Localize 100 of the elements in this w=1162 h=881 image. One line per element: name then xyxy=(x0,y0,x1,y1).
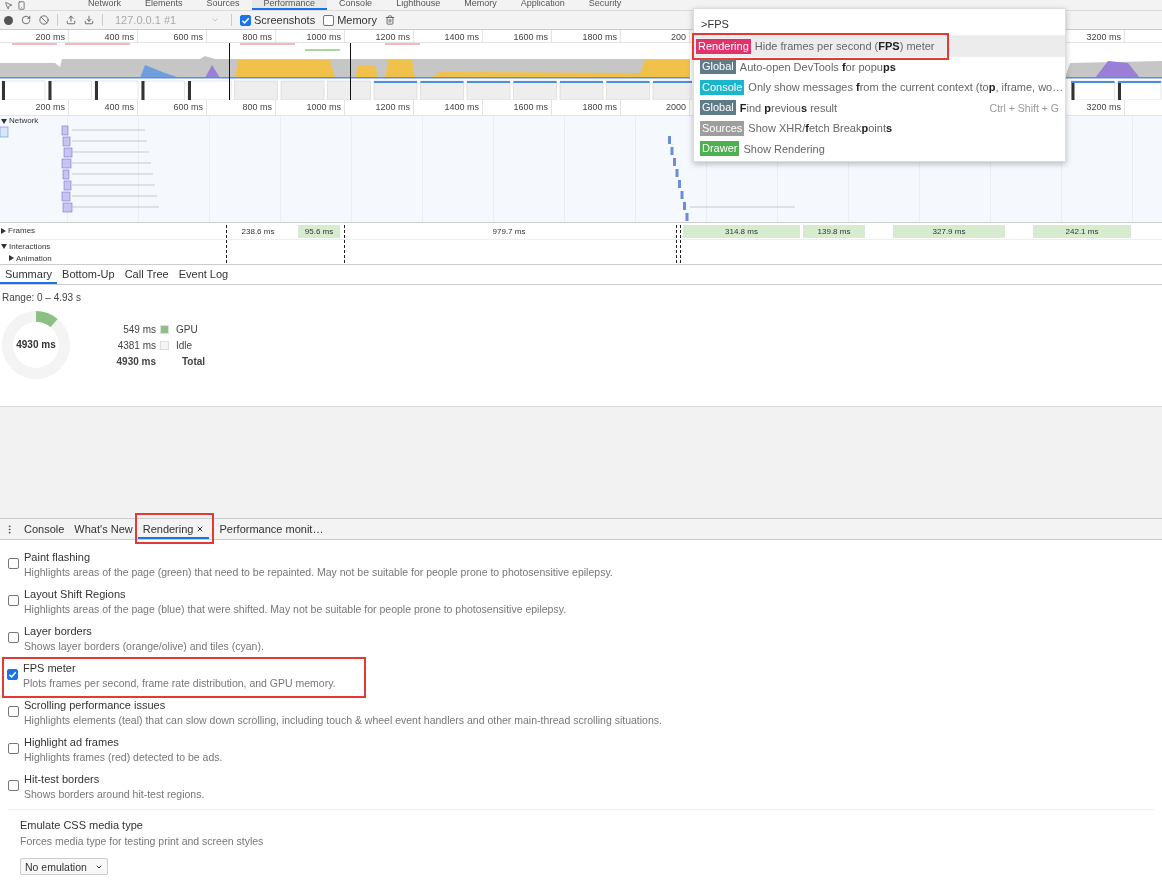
category-badge: Drawer xyxy=(700,141,740,157)
details-tab[interactable]: Event Log xyxy=(173,265,234,284)
record-icon[interactable] xyxy=(4,15,13,25)
drawer-tab[interactable]: What's New xyxy=(69,519,138,539)
panel-tab[interactable]: Elements xyxy=(133,0,195,10)
category-badge: Global xyxy=(700,59,736,75)
track-label: Network xyxy=(9,116,39,126)
setting-description: Highlights elements (teal) that can slow down scrolling, including touch & wheel event handlers and other main-thread scrolling situations. xyxy=(24,713,662,727)
time-tick-label: 1800 ms xyxy=(552,30,621,42)
time-tick-label: 400 ms xyxy=(69,100,138,115)
panel-tab[interactable]: Network xyxy=(76,0,133,10)
upload-icon[interactable] xyxy=(66,15,76,25)
time-tick-label: 800 ms xyxy=(207,30,276,42)
command-item[interactable]: Rendering Hide frames per second (FPS) meter xyxy=(694,36,1065,57)
caret-icon[interactable] xyxy=(1,228,6,234)
checkbox[interactable] xyxy=(7,669,18,680)
setting-description: Shows borders around hit-test regions. xyxy=(24,787,205,801)
legend-value: 549 ms xyxy=(122,323,156,335)
command-item[interactable]: Global Find previous result Ctrl + Shift + G xyxy=(694,97,1065,118)
track-label: Animation xyxy=(16,253,52,263)
setting-title: Scrolling performance issues xyxy=(24,698,167,712)
checkbox[interactable] xyxy=(8,706,19,717)
command-item[interactable]: Console Only show messages from the current context (top, iframe, wo… xyxy=(694,77,1065,98)
caret-icon[interactable] xyxy=(1,243,7,249)
checkbox[interactable] xyxy=(323,14,335,26)
time-tick-label: 1200 ms xyxy=(345,100,414,115)
time-tick-label: 1000 ms xyxy=(276,30,345,42)
details-tab[interactable]: Call Tree xyxy=(119,265,174,284)
details-tab[interactable]: Summary xyxy=(0,265,58,284)
track-label: Interactions xyxy=(9,241,51,251)
legend-label: Idle xyxy=(176,339,194,351)
panel-tab[interactable]: Sources xyxy=(194,0,252,10)
setting-description: Shows layer borders (orange/olive) and tiles (cyan). xyxy=(24,639,264,653)
time-tick-label: 1600 ms xyxy=(483,100,552,115)
time-tick-label: 2000 xyxy=(621,100,690,115)
drawer-tab[interactable]: Rendering xyxy=(137,520,210,539)
time-tick-label: 600 ms xyxy=(138,100,207,115)
checkbox[interactable] xyxy=(8,632,19,643)
panel-tab[interactable]: Security xyxy=(576,0,634,10)
time-tick-label: 1200 ms xyxy=(345,30,414,42)
setting-title: FPS meter xyxy=(23,661,77,675)
caret-icon xyxy=(211,16,219,24)
panel-tab[interactable]: Memory xyxy=(452,0,509,10)
panel-tab[interactable]: Console xyxy=(327,0,385,10)
option-label: Screenshots xyxy=(254,14,316,26)
time-tick-label: 800 ms xyxy=(207,100,276,115)
download-icon[interactable] xyxy=(84,15,94,25)
command-text: Only show messages from the current context (top, iframe, wo… xyxy=(748,81,1064,94)
category-badge: Global xyxy=(700,100,736,116)
panel-tab[interactable]: Application xyxy=(508,0,577,10)
command-text: Auto-open DevTools for popups xyxy=(739,60,896,73)
reload-icon[interactable] xyxy=(21,15,31,25)
checkbox[interactable] xyxy=(8,743,19,754)
legend-label: Total xyxy=(181,355,206,367)
frame-duration[interactable]: 139.8 ms xyxy=(803,225,865,238)
time-tick-label: 1600 ms xyxy=(483,30,552,42)
setting-title: Hit-test borders xyxy=(24,772,101,786)
time-tick-label: 600 ms xyxy=(138,30,207,42)
trash-icon[interactable] xyxy=(384,15,395,25)
time-tick-label: 200 xyxy=(621,30,690,42)
clear-icon[interactable] xyxy=(39,15,49,25)
setting-title: Emulate CSS media type xyxy=(20,818,144,832)
frame-duration[interactable]: 314.8 ms xyxy=(683,225,800,238)
drawer-tab[interactable]: Console xyxy=(19,519,70,539)
details-tab[interactable]: Bottom-Up xyxy=(57,265,120,284)
command-item[interactable]: Drawer Show Rendering xyxy=(694,138,1065,159)
total-time: 4930 ms xyxy=(15,339,57,350)
frame-duration[interactable]: 95.6 ms xyxy=(298,225,340,238)
time-tick-label: 200 ms xyxy=(0,30,69,42)
setting-description: Highlights frames (red) detected to be ads. xyxy=(24,750,223,764)
shortcut-text: Ctrl + Shift + G xyxy=(989,101,1059,114)
close-icon[interactable] xyxy=(196,525,205,533)
drawer-tab[interactable]: Performance monit… xyxy=(214,519,329,539)
legend-label: GPU xyxy=(176,323,199,335)
media-type-select[interactable]: No emulation xyxy=(20,858,108,875)
caret-icon[interactable] xyxy=(1,118,7,124)
checkbox[interactable] xyxy=(8,780,19,791)
frame-duration[interactable]: 327.9 ms xyxy=(893,225,1005,238)
frame-duration[interactable]: 242.1 ms xyxy=(1033,225,1131,238)
checkbox[interactable] xyxy=(240,14,251,26)
command-text: Show Rendering xyxy=(743,142,825,155)
panel-tab[interactable]: Lighthouse xyxy=(384,0,453,10)
time-tick-label: 1400 ms xyxy=(414,30,483,42)
checkbox[interactable] xyxy=(8,558,19,569)
option-label: Memory xyxy=(337,14,377,26)
command-item[interactable]: Sources Show XHR/fetch Breakpoints xyxy=(694,118,1065,139)
time-tick-label: 1400 ms xyxy=(414,100,483,115)
category-badge: Console xyxy=(700,79,745,95)
time-tick-label: 200 ms xyxy=(0,100,69,115)
range-text: Range: 0 – 4.93 s xyxy=(2,292,82,303)
legend-value: 4930 ms xyxy=(115,355,156,367)
checkbox[interactable] xyxy=(8,595,19,606)
setting-description: Plots frames per second, frame rate distribution, and GPU memory. xyxy=(23,676,336,690)
frame-duration[interactable]: 979.7 ms xyxy=(346,225,672,238)
inspect-icon[interactable] xyxy=(4,1,13,10)
setting-description: Highlights areas of the page (blue) that were shifted. May not be suitable for people prone to photosensitive epilepsy. xyxy=(24,602,567,616)
device-icon[interactable] xyxy=(17,1,26,10)
setting-description: Highlights areas of the page (green) that need to be repainted. May not be suitable for people prone to photosensitive epilepsy. xyxy=(24,565,613,579)
track-label: Frames xyxy=(8,226,36,236)
frame-duration[interactable]: 238.6 ms xyxy=(228,225,288,238)
